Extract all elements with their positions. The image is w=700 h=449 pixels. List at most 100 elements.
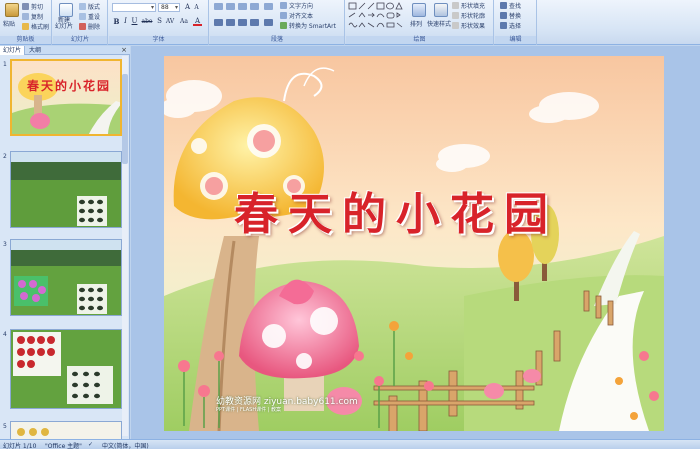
- cursor-icon: [500, 22, 507, 29]
- copy-button[interactable]: 复制: [22, 12, 43, 21]
- align-left-icon[interactable]: [214, 19, 223, 26]
- arrange-icon[interactable]: [412, 3, 426, 17]
- layout-icon: [79, 3, 86, 10]
- slide-editing-area: 春天的小花园 幼教资源网 ziyuan.baby611.com PPT课件 | …: [131, 46, 700, 439]
- thumbnail-number: 3: [3, 241, 7, 248]
- slides-group: 新建 幻灯片 版式 重设 删除 幻灯片: [53, 0, 108, 45]
- strikethrough-button[interactable]: abe: [140, 17, 154, 26]
- grow-font-icon[interactable]: A: [183, 3, 192, 12]
- ribbon: 粘贴 剪切 复制 格式刷 剪贴板 新建 幻灯片 版式 重设 删除 幻灯片 88 …: [0, 0, 700, 45]
- shapes-gallery[interactable]: [348, 2, 408, 34]
- increase-indent-icon[interactable]: [250, 3, 259, 10]
- paste-button[interactable]: 粘贴: [3, 19, 15, 28]
- format-painter-button[interactable]: 格式刷: [22, 22, 49, 31]
- font-name-combo[interactable]: [112, 3, 156, 12]
- paragraph-group-label: 段落: [210, 36, 344, 44]
- shape-fill-button[interactable]: 形状填充: [452, 1, 485, 10]
- line-spacing-icon[interactable]: [264, 3, 273, 10]
- new-slide-button[interactable]: 新建 幻灯片: [55, 18, 73, 30]
- clipboard-group-label: 剪贴板: [0, 36, 51, 44]
- paint-bucket-icon: [452, 2, 459, 9]
- underline-button[interactable]: U: [130, 17, 139, 26]
- font-group: 88 A A B I U abe S AV Aa A 字体: [109, 0, 209, 45]
- italic-button[interactable]: I: [121, 17, 130, 26]
- thumbnail-number: 5: [3, 423, 7, 430]
- binoculars-icon: [500, 2, 507, 9]
- select-button[interactable]: 选择: [500, 21, 521, 30]
- shadow-button[interactable]: S: [155, 17, 164, 26]
- layout-button[interactable]: 版式: [79, 2, 100, 11]
- reset-button[interactable]: 重设: [79, 12, 100, 21]
- clipboard-group: 粘贴 剪切 复制 格式刷 剪贴板: [0, 0, 52, 45]
- bold-button[interactable]: B: [112, 17, 121, 26]
- scrollbar-thumb[interactable]: [122, 74, 128, 164]
- thumbnail-1-title: 春天的小花园: [27, 79, 112, 93]
- shrink-font-icon[interactable]: A: [192, 3, 201, 12]
- smartart-button[interactable]: 转换为 SmartArt: [280, 21, 336, 30]
- tab-slides[interactable]: 幻灯片: [0, 46, 26, 55]
- slide-background-illustration: [164, 56, 664, 431]
- status-bar: 幻灯片 1/10 "Office 主题" ✓ 中文(简体，中国): [0, 439, 700, 449]
- decrease-indent-icon[interactable]: [238, 3, 247, 10]
- shape-outline-button[interactable]: 形状轮廓: [452, 11, 485, 20]
- brush-icon: [22, 23, 29, 30]
- slide-thumbnail-2[interactable]: [10, 151, 122, 228]
- bullets-icon[interactable]: [214, 3, 223, 10]
- align-right-icon[interactable]: [238, 19, 247, 26]
- delete-button[interactable]: 删除: [79, 22, 100, 31]
- slide-watermark-sub: PPT课件 | FLASH课件 | 教案: [216, 407, 281, 413]
- slide-thumbnail-4[interactable]: [10, 329, 122, 409]
- tab-outline[interactable]: 大纲: [26, 46, 44, 55]
- arrange-button[interactable]: 排列: [410, 19, 422, 28]
- thumbnail-4-image: [11, 330, 121, 408]
- thumbnail-scrollbar[interactable]: [122, 56, 128, 436]
- thumbnail-1-image: [12, 61, 120, 134]
- columns-icon[interactable]: [264, 19, 273, 26]
- new-slide-icon[interactable]: [59, 3, 73, 17]
- slide-thumbnail-1[interactable]: 春天的小花园: [10, 59, 122, 136]
- editing-group-label: 编辑: [495, 36, 536, 44]
- editing-group: 查找 替换 选择 编辑: [495, 0, 537, 45]
- thumbnail-2-image: [11, 152, 121, 227]
- scissors-icon: [22, 3, 29, 10]
- cut-button[interactable]: 剪切: [22, 2, 43, 11]
- text-direction-button[interactable]: 文字方向: [280, 1, 313, 10]
- font-color-button[interactable]: A: [193, 17, 202, 26]
- align-text-icon: [280, 12, 287, 19]
- language-indicator[interactable]: 中文(简体，中国): [102, 441, 149, 449]
- delete-icon: [79, 23, 86, 30]
- smartart-icon: [280, 22, 287, 29]
- shape-effects-button[interactable]: 形状效果: [452, 21, 485, 30]
- change-case-button[interactable]: Aa: [178, 17, 190, 26]
- spellcheck-icon[interactable]: ✓: [88, 441, 93, 448]
- reset-icon: [79, 13, 86, 20]
- slide-thumbnail-5[interactable]: [10, 421, 122, 439]
- copy-icon: [22, 13, 29, 20]
- paste-icon[interactable]: [5, 3, 19, 17]
- thumbnail-3-image: [11, 240, 121, 315]
- align-center-icon[interactable]: [226, 19, 235, 26]
- replace-button[interactable]: 替换: [500, 11, 521, 20]
- font-size-combo[interactable]: 88: [158, 3, 180, 12]
- drawing-group: 排列 快速样式 形状填充 形状轮廓 形状效果 绘图: [346, 0, 494, 45]
- slide-title[interactable]: 春天的小花园: [234, 178, 654, 242]
- pen-icon: [452, 12, 459, 19]
- find-button[interactable]: 查找: [500, 1, 521, 10]
- align-text-button[interactable]: 对齐文本: [280, 11, 313, 20]
- quick-styles-icon[interactable]: [434, 3, 448, 17]
- effects-icon: [452, 22, 459, 29]
- numbering-icon[interactable]: [226, 3, 235, 10]
- slide-count: 幻灯片 1/10: [3, 443, 37, 449]
- theme-name: "Office 主题": [45, 443, 82, 449]
- slide-thumbnail-3[interactable]: [10, 239, 122, 316]
- close-pane-icon[interactable]: ×: [121, 46, 127, 55]
- pane-tabs: 幻灯片 大纲 ×: [0, 46, 130, 55]
- char-spacing-button[interactable]: AV: [164, 17, 176, 26]
- thumbnail-5-image: [11, 422, 121, 439]
- quick-styles-button[interactable]: 快速样式: [427, 19, 451, 28]
- font-group-label: 字体: [109, 36, 208, 44]
- slide-canvas[interactable]: 春天的小花园 幼教资源网 ziyuan.baby611.com PPT课件 | …: [164, 56, 664, 431]
- thumbnail-number: 4: [3, 331, 7, 338]
- justify-icon[interactable]: [250, 19, 259, 26]
- drawing-group-label: 绘图: [346, 36, 493, 44]
